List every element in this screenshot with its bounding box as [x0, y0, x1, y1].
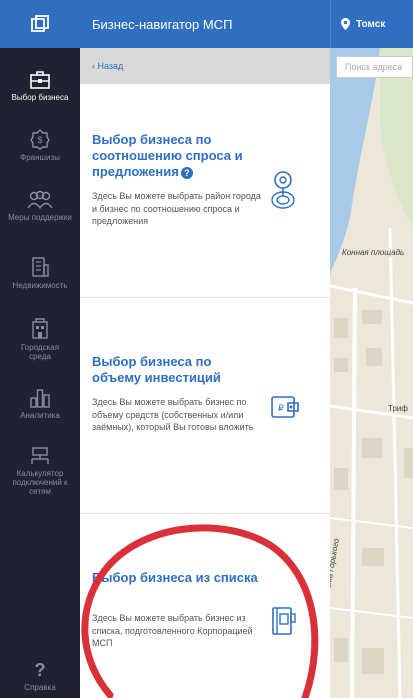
sidebar-item-label: Меры поддержки — [8, 213, 72, 222]
sidebar-item-help[interactable]: ? Справка — [0, 660, 80, 692]
sidebar-item-business[interactable]: Выбор бизнеса — [0, 70, 80, 102]
sidebar-item-label: Франшизы — [20, 153, 60, 162]
sidebar-item-city[interactable]: Городская среда — [0, 318, 80, 361]
sidebar-item-analytics[interactable]: Аналитика — [0, 388, 80, 420]
option-card-investment[interactable]: Выбор бизнеса по объему инвестиций Здесь… — [80, 298, 330, 514]
sidebar-item-calculator[interactable]: Калькулятор подключений к сетям — [0, 446, 80, 496]
svg-text:?: ? — [35, 660, 46, 680]
city-icon — [32, 318, 48, 339]
sidebar-item-label: Недвижимость — [12, 281, 68, 290]
svg-text:₽: ₽ — [278, 403, 284, 413]
chart-icon — [30, 389, 50, 408]
back-link[interactable]: ‹ Назад — [80, 48, 330, 84]
briefcase-icon — [30, 71, 50, 89]
app-title: Бизнес-навигатор МСП — [92, 16, 233, 32]
sidebar-item-label: Калькулятор подключений к сетям — [12, 469, 68, 496]
help-icon[interactable]: ? — [180, 166, 193, 179]
map-graphic — [330, 48, 413, 698]
wallet-icon: ₽ — [271, 396, 299, 418]
app-header: Бизнес-навигатор МСП — [80, 0, 330, 48]
franchise-icon: $ — [30, 129, 50, 150]
location-pin-icon — [271, 171, 295, 209]
sidebar-item-label: Справка — [24, 683, 56, 692]
option-card-demand-supply[interactable]: Выбор бизнеса по соотношению спроса и пр… — [80, 84, 330, 298]
city-selector[interactable]: Томск — [330, 0, 413, 48]
sidebar-item-realty[interactable]: Недвижимость — [0, 256, 80, 290]
sidebar-item-label: Выбор бизнеса — [11, 93, 69, 102]
network-icon — [31, 447, 49, 464]
sidebar-item-label: Аналитика — [20, 411, 60, 420]
annotation-circle — [81, 524, 319, 698]
card-description: Здесь Вы можете выбрать район города и б… — [92, 191, 261, 226]
sidebar-item-franchise[interactable]: $ Франшизы — [0, 128, 80, 162]
city-name: Томск — [356, 18, 386, 30]
logo-icon — [31, 15, 49, 32]
map-label-street: Триф — [388, 404, 408, 413]
people-icon — [27, 190, 53, 210]
sidebar-item-label: Городская среда — [20, 343, 60, 361]
building-icon — [32, 257, 49, 277]
map-view[interactable]: Конная площадь Триф Максима Горького — [330, 48, 413, 698]
address-search-input[interactable]: Поиск адреса — [336, 56, 413, 78]
location-marker-icon — [341, 18, 350, 30]
sidebar: Выбор бизнеса $ Франшизы Меры поддержки … — [0, 0, 80, 698]
svg-text:$: $ — [37, 135, 42, 145]
card-title[interactable]: Выбор бизнеса по соотношению спроса и пр… — [92, 132, 262, 180]
search-placeholder: Поиск адреса — [345, 62, 403, 72]
sidebar-item-support[interactable]: Меры поддержки — [0, 190, 80, 222]
card-description: Здесь Вы можете выбрать бизнес по объему… — [92, 397, 254, 432]
question-icon: ? — [35, 660, 46, 680]
card-title[interactable]: Выбор бизнеса по объему инвестиций — [92, 354, 262, 386]
app-logo[interactable] — [0, 0, 80, 48]
back-label: ‹ Назад — [92, 61, 124, 71]
map-label-square: Конная площадь — [342, 248, 405, 257]
